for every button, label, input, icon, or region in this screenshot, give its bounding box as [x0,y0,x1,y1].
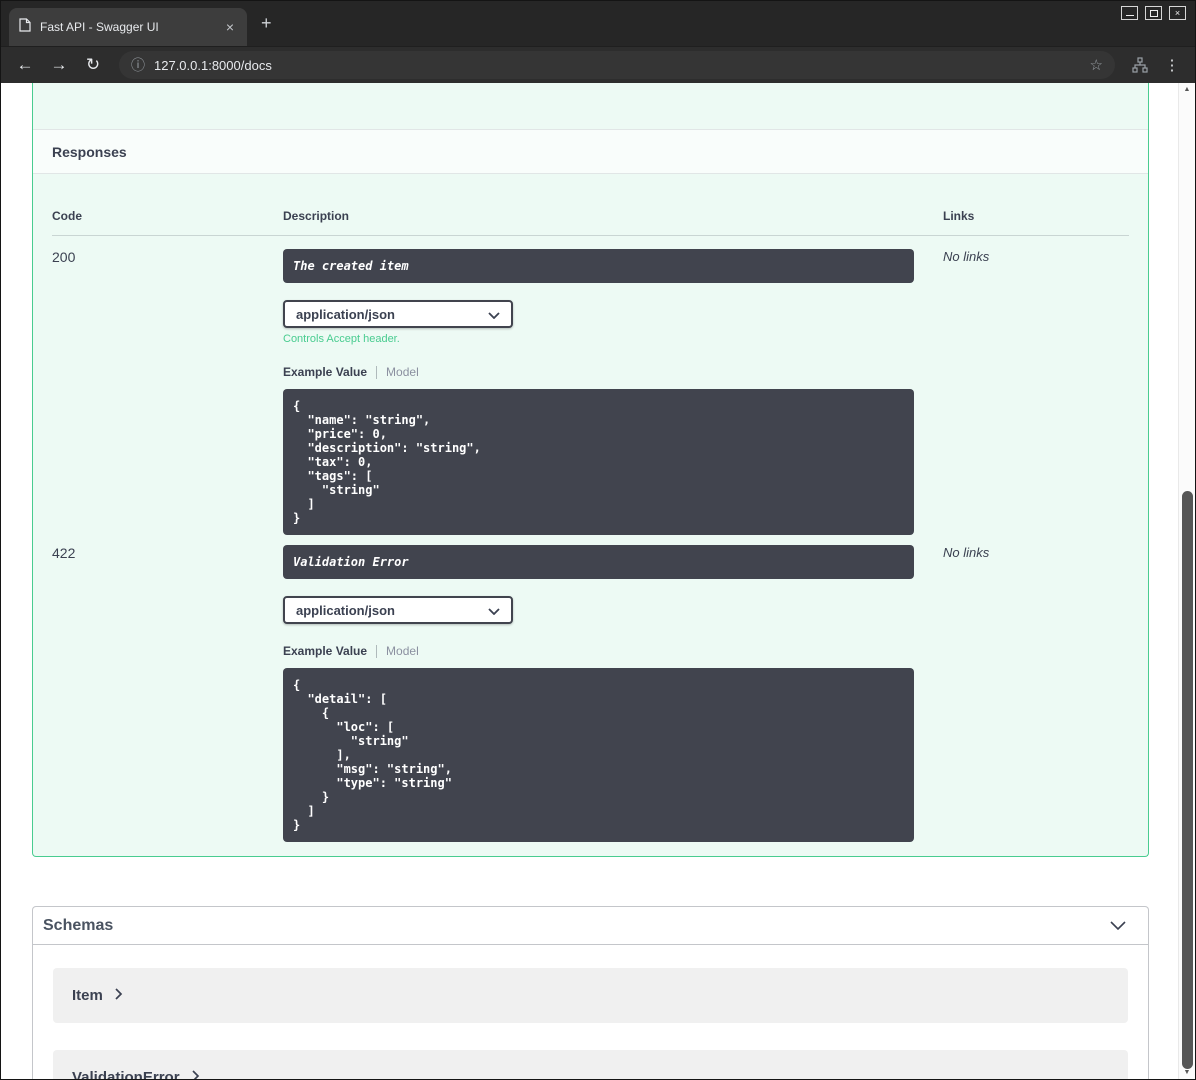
response-description: The created item [283,249,914,283]
model-item[interactable]: Item [53,968,1128,1023]
media-type-select[interactable]: application/json [283,300,513,328]
back-button[interactable]: ← [11,51,39,79]
media-type-select[interactable]: application/json [283,596,513,624]
new-tab-button[interactable]: + [261,14,272,32]
accept-header-hint: Controls Accept header. [283,333,400,345]
response-row-422: 422 Validation Error application/json Ex… [52,535,1129,842]
response-code: 200 [52,249,76,265]
page-favicon-icon [19,17,31,37]
example-model-tabs: Example Value Model [283,644,943,658]
chevron-down-icon[interactable] [1110,917,1126,935]
column-header-code: Code [52,209,82,223]
minimize-button[interactable] [1121,6,1138,20]
model-name: Item [72,987,103,1004]
titlebar: Fast API - Swagger UI × + × [1,1,1195,46]
response-links: No links [943,545,990,560]
responses-table: Code Description Links 200 The created i… [33,174,1148,842]
response-description: Validation Error [283,545,914,579]
column-header-description: Description [283,209,350,223]
chevron-down-icon [488,307,500,322]
url-text: 127.0.0.1:8000/docs [154,57,272,73]
responses-section-header: Responses [33,129,1148,174]
browser-window: Fast API - Swagger UI × + × ← → ↻ ⓘ 127.… [0,0,1196,1080]
scrollbar-thumb[interactable] [1182,491,1193,1069]
forward-button[interactable]: → [45,51,73,79]
schemas-section: Schemas Item ValidationError [32,906,1149,1079]
responses-table-header: Code Description Links [52,196,1129,236]
example-value-tab[interactable]: Example Value [283,644,367,658]
bookmark-star-icon[interactable]: ☆ [1090,56,1103,74]
response-links: No links [943,249,990,264]
model-validation-error[interactable]: ValidationError [53,1050,1128,1079]
reload-button[interactable]: ↻ [79,51,107,79]
chevron-right-icon [115,987,123,1005]
browser-toolbar: ← → ↻ ⓘ 127.0.0.1:8000/docs ☆ ⋮ [1,46,1195,83]
sitemap-extension-icon[interactable] [1127,52,1153,78]
response-code: 422 [52,545,76,561]
scrollbar[interactable]: ▲ ▼ [1178,83,1195,1079]
column-header-links: Links [943,209,975,223]
browser-menu-button[interactable]: ⋮ [1159,52,1185,78]
scroll-down-button[interactable]: ▼ [1179,1069,1195,1076]
schemas-header[interactable]: Schemas [33,907,1148,945]
browser-tab[interactable]: Fast API - Swagger UI × [9,8,247,46]
model-name: ValidationError [72,1069,180,1079]
example-value-tab[interactable]: Example Value [283,365,367,379]
chevron-right-icon [191,1069,200,1079]
tab-title: Fast API - Swagger UI [40,20,159,34]
model-tab[interactable]: Model [386,644,419,658]
example-code-block: { "detail": [ { "loc": [ "string" ], "ms… [283,668,914,842]
tab-close-button[interactable]: × [223,19,237,35]
model-tab[interactable]: Model [386,365,419,379]
example-code-block: { "name": "string", "price": 0, "descrip… [283,389,914,535]
window-controls: × [1121,6,1186,20]
close-button[interactable]: × [1169,6,1186,20]
tab-divider [376,644,378,658]
schemas-title: Schemas [43,916,114,934]
example-model-tabs: Example Value Model [283,365,943,379]
minimize-icon [1125,15,1134,16]
swagger-page: Responses Code Description Links 200 The… [1,83,1178,1079]
chevron-down-icon [488,603,500,618]
responses-heading: Responses [52,143,127,160]
maximize-button[interactable] [1145,6,1162,20]
response-row-200: 200 The created item application/json Co… [52,236,1129,535]
tab-divider [376,365,378,379]
maximize-icon [1149,9,1158,17]
operation-block: Responses Code Description Links 200 The… [32,83,1149,857]
response-description-cell: Validation Error application/json Exampl… [283,545,943,842]
media-type-value: application/json [296,602,395,618]
response-description-cell: The created item application/json Contro… [283,249,943,535]
url-bar[interactable]: ⓘ 127.0.0.1:8000/docs ☆ [119,51,1115,79]
scroll-up-button[interactable]: ▲ [1179,86,1195,93]
page-content: Responses Code Description Links 200 The… [1,83,1195,1079]
site-info-icon[interactable]: ⓘ [131,55,145,75]
media-type-value: application/json [296,306,395,322]
